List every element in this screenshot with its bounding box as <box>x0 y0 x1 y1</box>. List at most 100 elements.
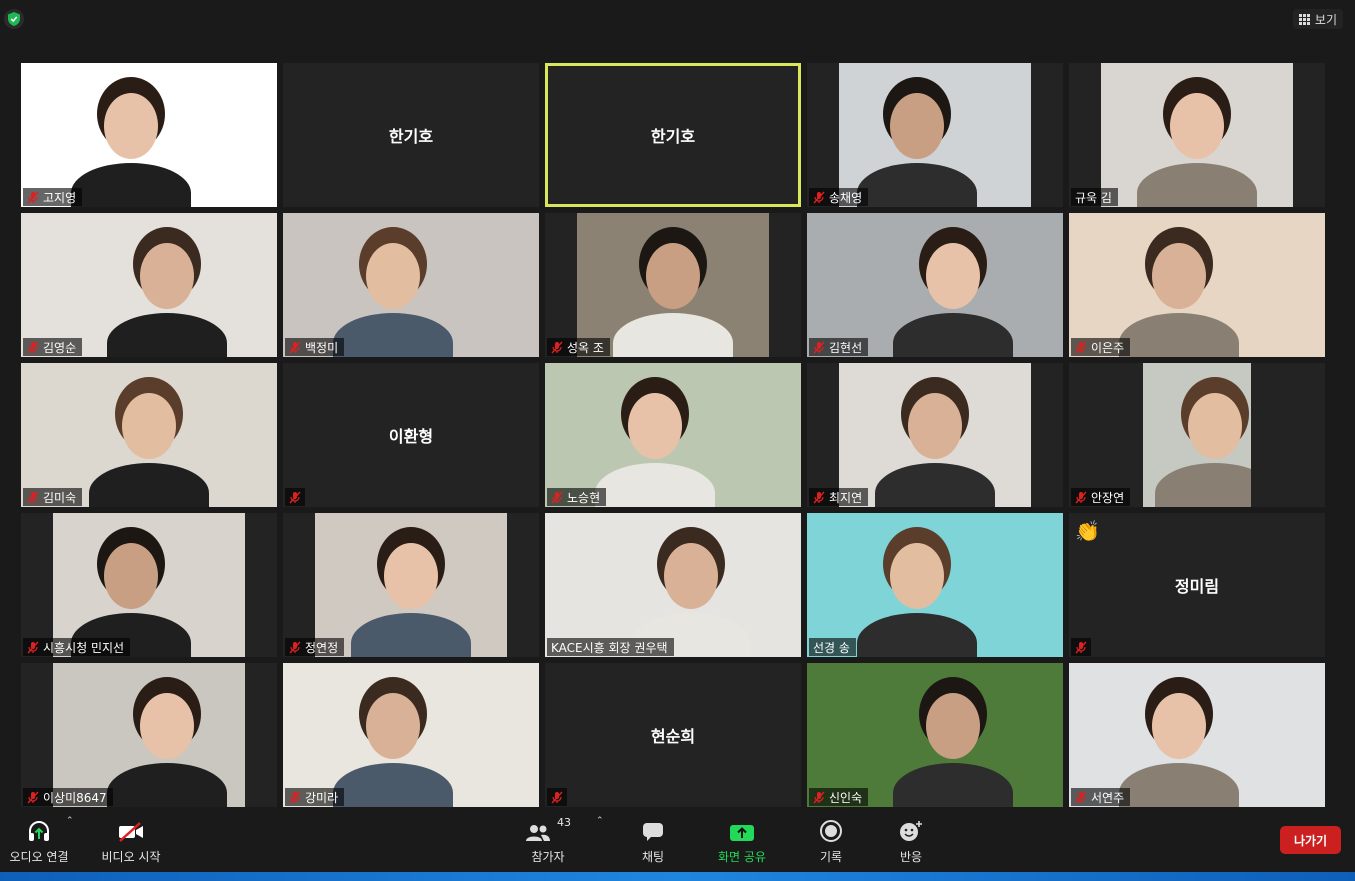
participant-video <box>1069 663 1325 807</box>
participant-tile[interactable]: 김미숙 <box>21 363 277 507</box>
participant-tile[interactable]: 김영순 <box>21 213 277 357</box>
headphones-icon <box>27 814 51 842</box>
person-face <box>122 393 176 459</box>
participant-tile[interactable]: 이상미8647 <box>21 663 277 807</box>
video-off-icon <box>118 814 144 842</box>
person-face <box>104 93 158 159</box>
participant-tile[interactable]: 김현선 <box>807 213 1063 357</box>
participant-name-label: 정연정 <box>305 640 339 655</box>
person-face <box>366 243 420 309</box>
audio-options-caret[interactable]: ⌃ <box>66 816 74 826</box>
participant-video <box>577 213 769 357</box>
participant-tile[interactable]: 이환형 <box>283 363 539 507</box>
muted-microphone-icon <box>1075 791 1087 804</box>
participant-video <box>1101 63 1293 207</box>
muted-microphone-icon <box>813 191 825 204</box>
participant-name-label: 김미숙 <box>43 490 77 505</box>
participant-name-display: 한기호 <box>388 127 434 146</box>
participant-tile[interactable]: 규욱 김 <box>1069 63 1325 207</box>
person-face <box>384 543 438 609</box>
person-face <box>1170 93 1224 159</box>
muted-microphone-icon <box>1075 341 1087 354</box>
participant-tile[interactable]: 현순희 <box>545 663 801 807</box>
participant-tile[interactable]: 정미림 👏 <box>1069 513 1325 657</box>
muted-microphone-icon <box>813 791 825 804</box>
muted-microphone-icon <box>27 491 39 504</box>
participant-name-tag: 선경 송 <box>809 638 856 656</box>
participant-tile[interactable]: KACE시흥 회장 권우택 <box>545 513 801 657</box>
person-body <box>1119 313 1239 357</box>
participant-video <box>545 363 801 507</box>
audio-connect-button[interactable]: 오디오 연결 <box>6 810 72 872</box>
participant-tile[interactable]: 선경 송 <box>807 513 1063 657</box>
participant-name-tag: 최지연 <box>809 488 869 506</box>
participant-tile[interactable]: 노승현 <box>545 363 801 507</box>
participants-button[interactable]: 43 참가자 <box>520 810 576 872</box>
muted-microphone-icon <box>1075 491 1087 504</box>
participant-video <box>53 513 245 657</box>
participant-tile[interactable]: 송채영 <box>807 63 1063 207</box>
chat-button[interactable]: 채팅 <box>630 810 676 872</box>
participants-options-caret[interactable]: ⌃ <box>596 816 604 826</box>
participant-name-display: 정미림 <box>1174 577 1220 596</box>
participant-video <box>21 63 277 207</box>
participant-name-tag: 성옥 조 <box>547 338 610 356</box>
participant-tile[interactable]: 백정미 <box>283 213 539 357</box>
person-face <box>890 93 944 159</box>
participant-video <box>545 513 801 657</box>
os-taskbar-strip <box>0 872 1355 881</box>
leave-button[interactable]: 나가기 <box>1280 826 1341 854</box>
participant-video <box>21 363 277 507</box>
participant-tile[interactable]: 이은주 <box>1069 213 1325 357</box>
participant-name-tag: KACE시흥 회장 권우택 <box>547 638 674 656</box>
participant-tile[interactable]: 성옥 조 <box>545 213 801 357</box>
participant-name-tag <box>285 488 305 506</box>
audio-connect-label: 오디오 연결 <box>9 850 69 864</box>
participant-tile[interactable]: 고지영 <box>21 63 277 207</box>
participant-tile[interactable]: 정연정 <box>283 513 539 657</box>
muted-microphone-icon <box>27 191 39 204</box>
share-screen-label: 화면 공유 <box>718 850 766 864</box>
record-button[interactable]: 기록 <box>808 810 854 872</box>
participant-video <box>315 513 507 657</box>
record-icon <box>820 814 842 842</box>
person-body <box>893 763 1013 807</box>
reactions-button[interactable]: 반응 <box>888 810 934 872</box>
participant-name-tag <box>547 788 567 806</box>
participant-name-tag: 시흥시청 민지선 <box>23 638 131 656</box>
participant-name-label: 성옥 조 <box>567 340 604 355</box>
participant-tile[interactable]: 서연주 <box>1069 663 1325 807</box>
security-shield-icon[interactable] <box>4 9 24 29</box>
participant-name-tag: 정연정 <box>285 638 345 656</box>
participant-video <box>807 513 1063 657</box>
participant-tile[interactable]: 시흥시청 민지선 <box>21 513 277 657</box>
participant-video <box>807 213 1063 357</box>
record-label: 기록 <box>819 850 843 864</box>
muted-microphone-icon <box>1075 641 1087 654</box>
reactions-label: 반응 <box>899 850 923 864</box>
participant-name-label: 이은주 <box>1091 340 1125 355</box>
person-face <box>890 543 944 609</box>
participant-name-label: 고지영 <box>43 190 77 205</box>
participant-name-display: 현순희 <box>650 727 696 746</box>
muted-microphone-icon <box>551 491 563 504</box>
view-button[interactable]: 보기 <box>1292 9 1343 29</box>
person-body <box>333 763 453 807</box>
participant-name-display: 이환형 <box>388 427 434 446</box>
participant-tile[interactable]: 강미라 <box>283 663 539 807</box>
person-body <box>71 163 191 207</box>
participant-tile[interactable]: 한기호 <box>545 63 801 207</box>
participant-name-label: 김영순 <box>43 340 77 355</box>
person-body <box>613 313 733 357</box>
share-screen-button[interactable]: 화면 공유 <box>712 810 772 872</box>
participant-tile[interactable]: 안장연 <box>1069 363 1325 507</box>
participant-name-label: 규욱 김 <box>1075 190 1112 205</box>
participant-name-tag: 서연주 <box>1071 788 1131 806</box>
smiley-plus-icon <box>899 814 923 842</box>
participant-tile[interactable]: 신인숙 <box>807 663 1063 807</box>
start-video-button[interactable]: 비디오 시작 <box>98 810 164 872</box>
participant-tile[interactable]: 한기호 <box>283 63 539 207</box>
participant-name-label: 안장연 <box>1091 490 1125 505</box>
participant-tile[interactable]: 최지연 <box>807 363 1063 507</box>
muted-microphone-icon <box>27 641 39 654</box>
